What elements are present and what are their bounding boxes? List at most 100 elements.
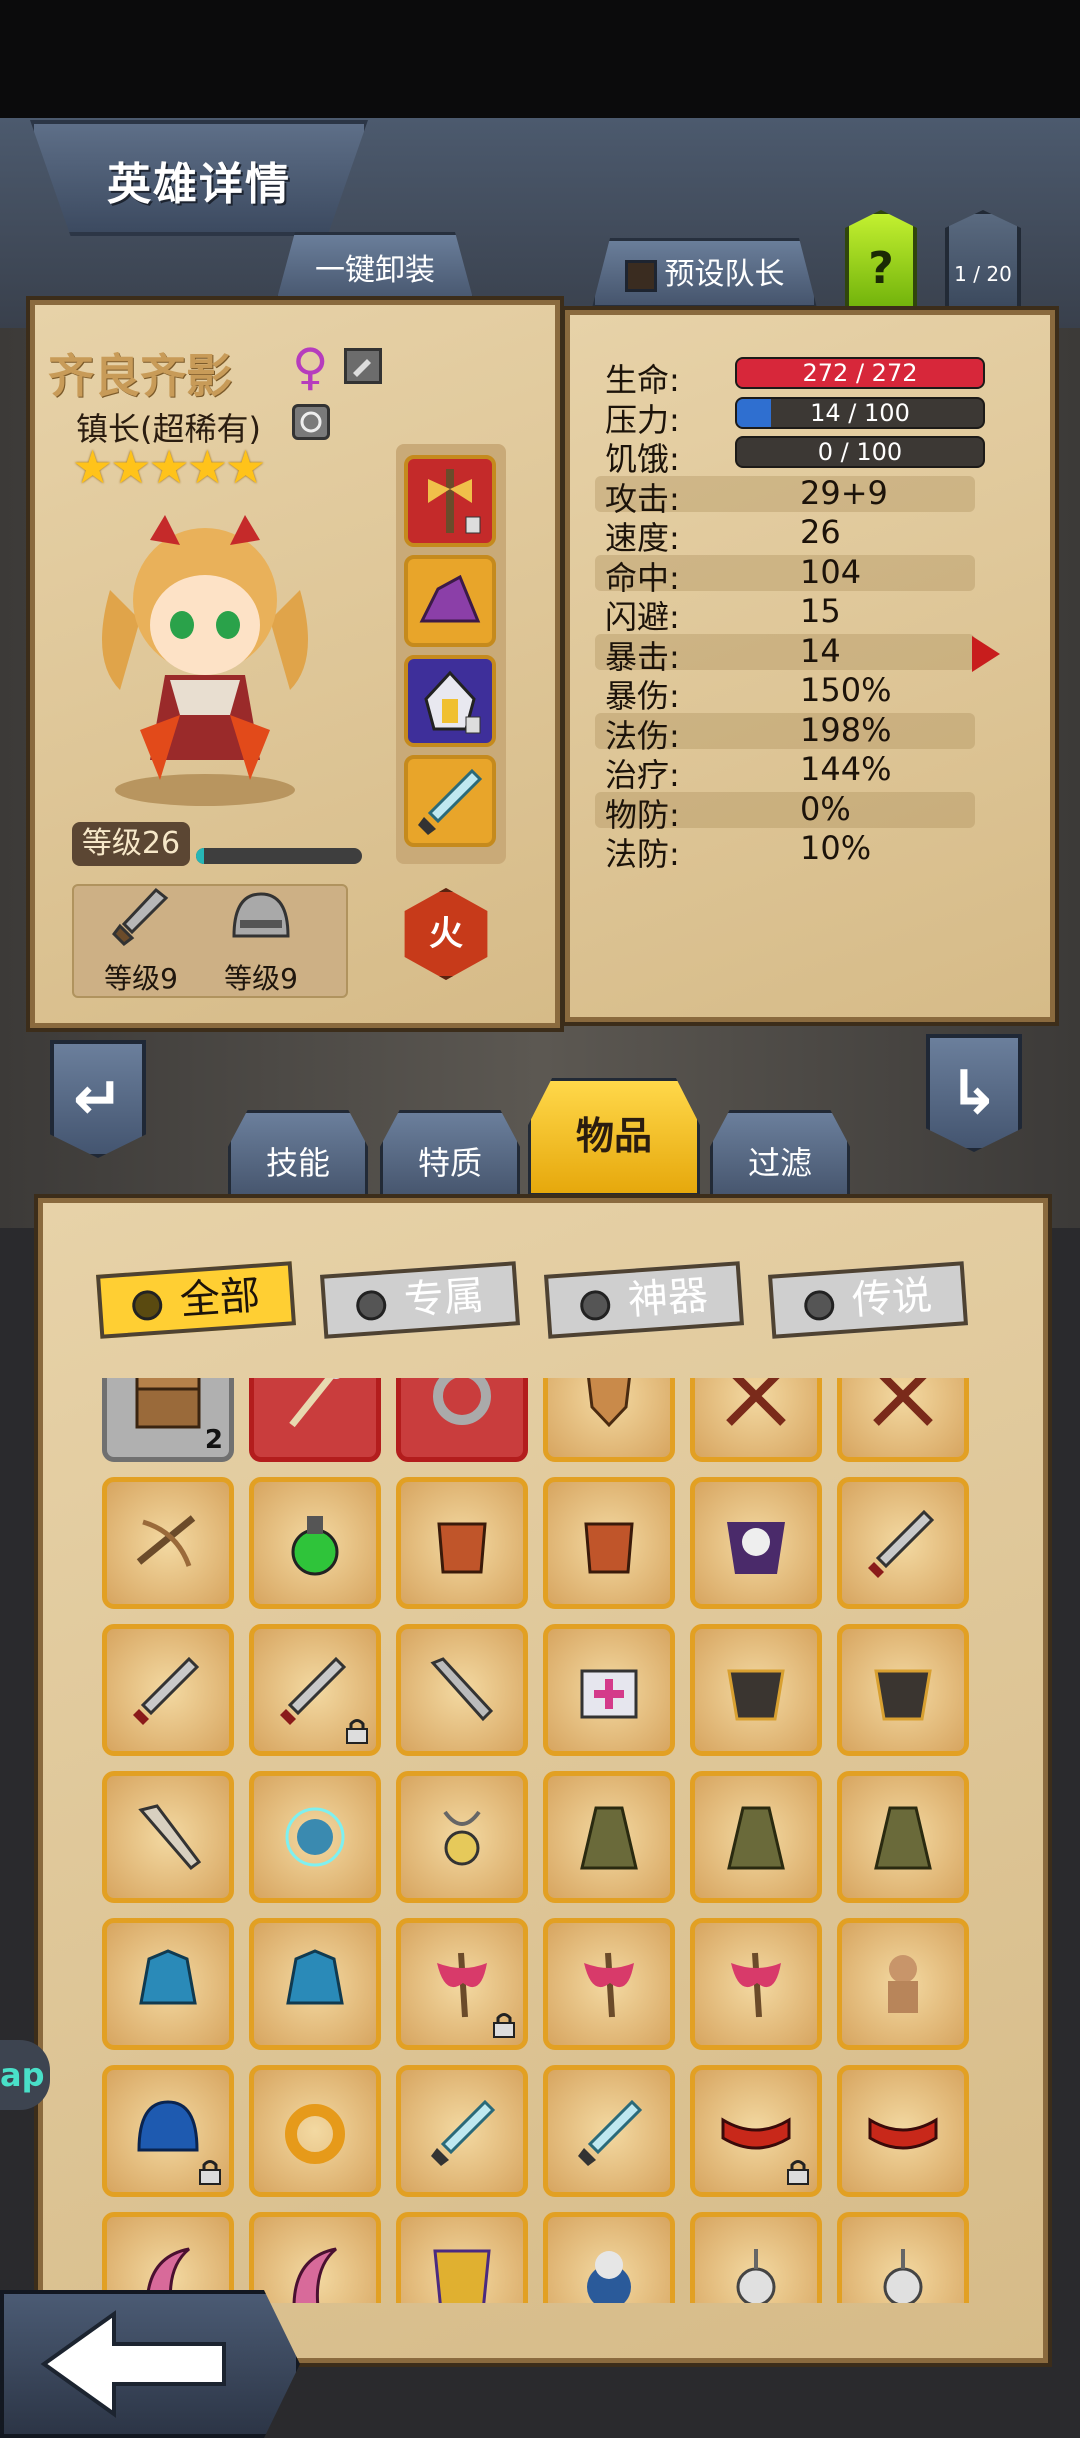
inventory-slot[interactable] — [543, 1771, 675, 1903]
inventory-slot[interactable] — [837, 1624, 969, 1756]
inventory-slot[interactable] — [249, 2212, 381, 2303]
inventory-slot[interactable] — [396, 2212, 528, 2303]
filter-all-indicator — [131, 1289, 164, 1322]
crown-armor-icon — [424, 670, 481, 734]
help-button[interactable]: ? — [845, 210, 917, 310]
inventory-slot[interactable] — [690, 1771, 822, 1903]
inventory-slot[interactable] — [690, 2212, 822, 2303]
female-icon: ♀ — [292, 338, 329, 396]
magic-orb-icon — [285, 1807, 345, 1867]
stat-row: 法伤: 198% — [565, 711, 975, 755]
inventory-slot[interactable] — [690, 1477, 822, 1609]
equip-slot-hat[interactable] — [404, 555, 496, 647]
inventory-slot[interactable] — [396, 1378, 528, 1462]
unequip-all-button[interactable]: 一键卸装 — [275, 232, 475, 306]
inventory-slot[interactable] — [396, 1771, 528, 1903]
inventory-slot[interactable] — [543, 1918, 675, 2050]
chest-icon — [135, 1378, 201, 1429]
back-button[interactable] — [0, 2290, 300, 2438]
inventory-slot[interactable] — [102, 2212, 234, 2303]
dark-armor-icon — [727, 1669, 785, 1721]
equip-slot-accessory[interactable] — [404, 755, 496, 847]
inventory-slot[interactable] — [837, 1477, 969, 1609]
stat-row: 压力: 14 / 100 — [565, 395, 985, 439]
preset-captain-checkbox[interactable] — [624, 259, 657, 292]
filter-exclusive[interactable]: 专属 — [320, 1261, 520, 1339]
inventory-slot[interactable] — [690, 1624, 822, 1756]
inventory-slot[interactable] — [249, 1771, 381, 1903]
whistle-icon — [736, 2249, 776, 2303]
gear-armor[interactable]: 等级9 — [206, 886, 316, 997]
sword-icon — [112, 887, 169, 946]
inventory-slot[interactable] — [543, 1477, 675, 1609]
preset-captain-button[interactable]: 预设队长 — [592, 238, 817, 308]
inventory-slot[interactable] — [690, 1378, 822, 1462]
ring-icon — [433, 1378, 491, 1425]
filter-artifact-indicator — [579, 1289, 612, 1322]
inventory-slot[interactable] — [396, 1624, 528, 1756]
tab-traits[interactable]: 特质 — [380, 1110, 520, 1202]
inventory-slot[interactable] — [837, 1918, 969, 2050]
lock-icon — [787, 2160, 809, 2185]
crystal-sword-icon — [431, 2099, 496, 2166]
tab-skills[interactable]: 技能 — [228, 1110, 368, 1202]
next-hero-button[interactable]: ↳ — [926, 1034, 1022, 1152]
inventory-slot[interactable] — [396, 1918, 528, 2050]
inventory-slot[interactable] — [543, 2065, 675, 2197]
equip-slot-armor[interactable] — [404, 655, 496, 747]
side-app-badge[interactable]: ap — [0, 2040, 50, 2110]
stat-row: 闪避: 15 — [565, 592, 945, 636]
claw-icon — [292, 2247, 337, 2303]
inventory-slot[interactable] — [249, 2065, 381, 2197]
inventory-slot[interactable] — [690, 1918, 822, 2050]
filter-legend[interactable]: 传说 — [768, 1261, 968, 1339]
stat-row: 生命: 272 / 272 — [565, 355, 985, 399]
inventory-slot[interactable] — [837, 1378, 969, 1462]
back-arrow-icon — [40, 2310, 226, 2418]
page-indicator[interactable]: 1 / 20 — [945, 210, 1021, 310]
cloak-icon — [727, 1806, 785, 1870]
gold-armor-icon — [433, 2249, 491, 2303]
inventory-slot[interactable] — [249, 1624, 381, 1756]
inventory-slot[interactable] — [837, 2065, 969, 2197]
skull-cloak-icon — [727, 1522, 785, 1574]
filter-artifact-label: 神器 — [626, 1272, 710, 1325]
inventory-slot[interactable] — [690, 2065, 822, 2197]
armor-icon — [584, 1522, 634, 1574]
voodoo-doll-icon — [888, 1955, 918, 2013]
tab-filter[interactable]: 过滤 — [710, 1110, 850, 1202]
inventory-slot[interactable] — [837, 1771, 969, 1903]
inventory-slot[interactable] — [102, 1918, 234, 2050]
staff-icon — [289, 1378, 340, 1428]
filter-artifact[interactable]: 神器 — [544, 1261, 744, 1339]
inventory-slot[interactable] — [837, 2212, 969, 2303]
inventory-slot[interactable]: 2 — [102, 1378, 234, 1462]
inventory-slot[interactable] — [543, 1624, 675, 1756]
filter-all[interactable]: 全部 — [96, 1261, 296, 1339]
inventory-slot[interactable] — [249, 1918, 381, 2050]
refresh-icon[interactable] — [292, 404, 330, 440]
inventory-slot[interactable] — [543, 2212, 675, 2303]
equip-slot-weapon[interactable] — [404, 455, 496, 547]
inventory-slot[interactable] — [249, 1378, 381, 1462]
stats-next-arrow[interactable] — [972, 636, 1000, 672]
tab-items[interactable]: 物品 — [528, 1078, 700, 1196]
inventory-slot[interactable] — [396, 2065, 528, 2197]
crystal-sword-icon — [418, 768, 483, 835]
hero-name: 齐良齐影 — [48, 349, 232, 403]
lock-icon — [493, 2013, 515, 2038]
inventory-slot[interactable] — [102, 1771, 234, 1903]
inventory-slot[interactable] — [102, 1477, 234, 1609]
hero-portrait[interactable] — [70, 500, 340, 810]
inventory-slot[interactable] — [249, 1477, 381, 1609]
gear-armor-level: 等级9 — [224, 962, 298, 995]
preset-captain-label: 预设队长 — [664, 257, 785, 292]
edit-name-icon[interactable] — [344, 348, 382, 384]
gear-weapon[interactable]: 等级9 — [86, 886, 196, 997]
inventory-slot[interactable] — [396, 1477, 528, 1609]
blade-icon — [133, 1656, 200, 1725]
inventory-slot[interactable] — [543, 1378, 675, 1462]
inventory-slot[interactable] — [102, 1624, 234, 1756]
inventory-slot[interactable] — [102, 2065, 234, 2197]
prev-hero-button[interactable]: ↵ — [50, 1040, 146, 1158]
